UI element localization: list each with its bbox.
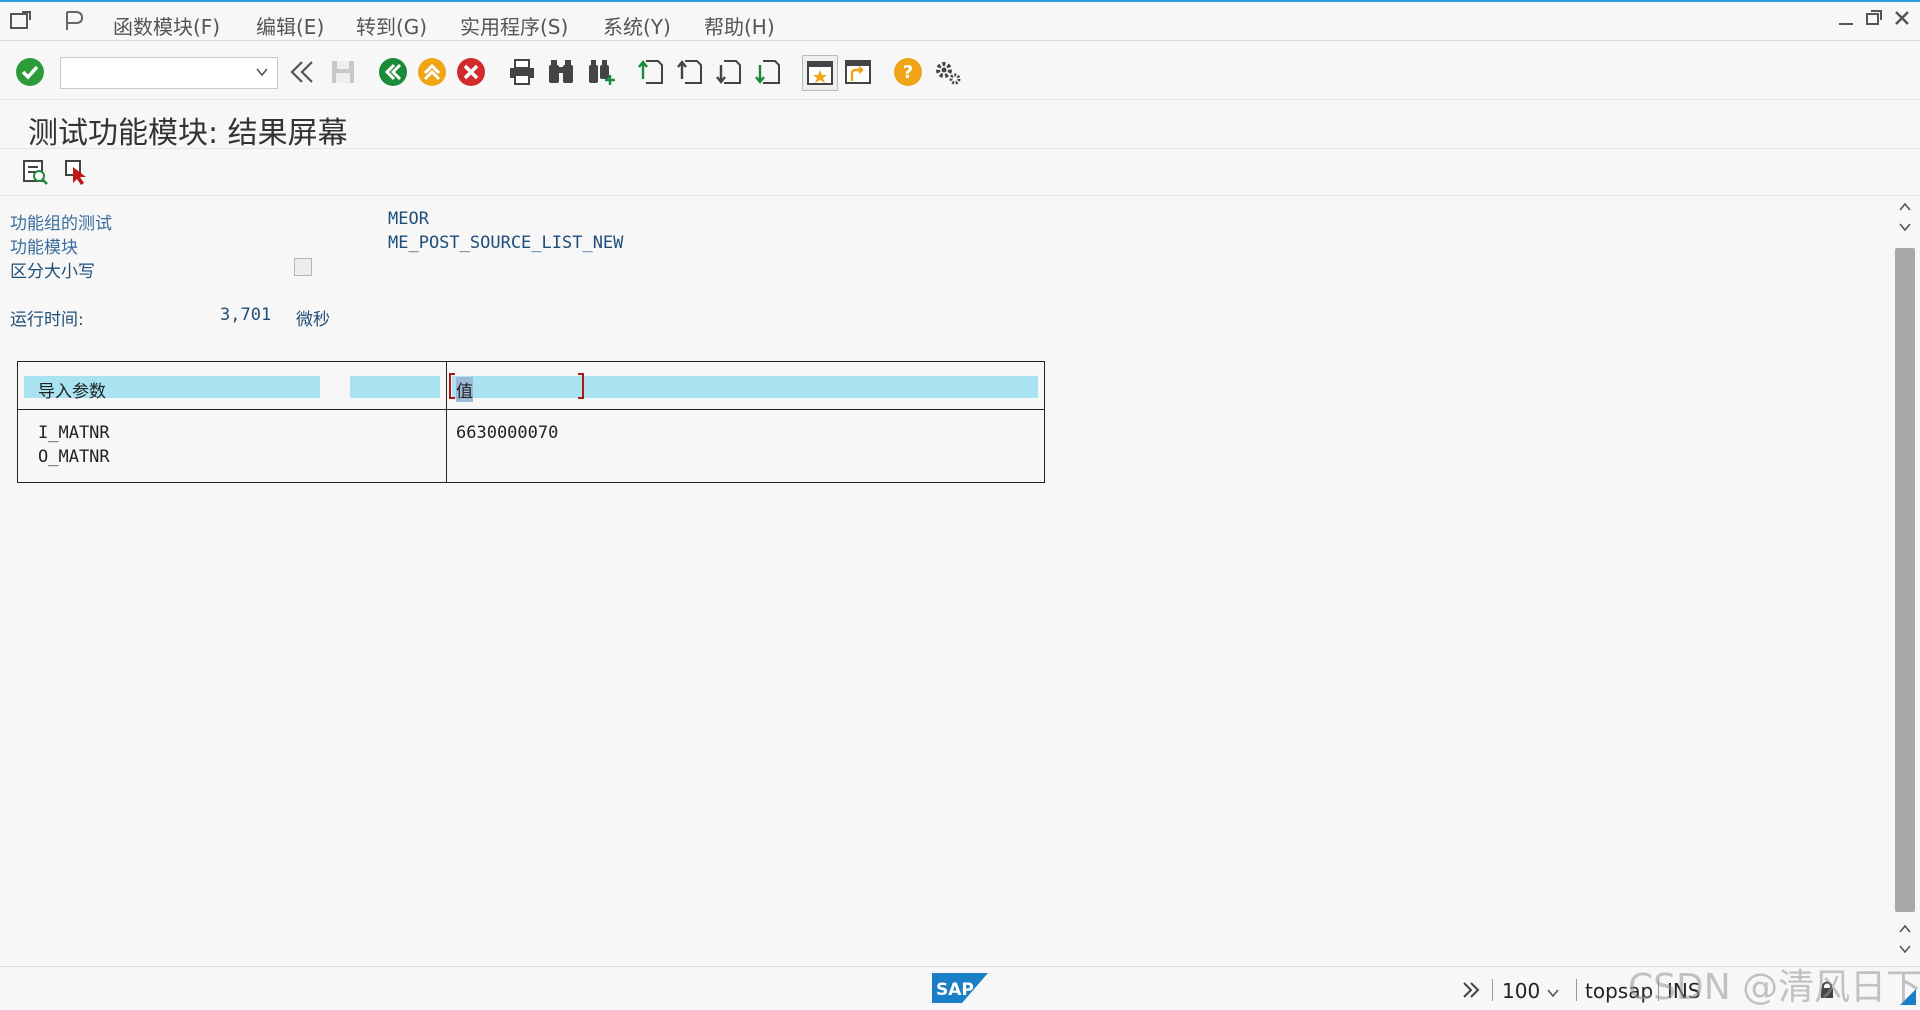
help-icon[interactable]: ? (891, 55, 925, 89)
runtime-label: 运行时间: (10, 310, 84, 330)
select-field-cursor-icon[interactable] (60, 155, 94, 189)
zoom-level[interactable]: 100 (1502, 979, 1540, 1003)
case-sensitive-label: 区分大小写 (10, 262, 95, 282)
system-menu-icon[interactable] (8, 8, 34, 34)
column-divider (446, 362, 447, 482)
case-sensitive-checkbox[interactable] (294, 258, 312, 276)
restore-icon[interactable] (1864, 8, 1884, 34)
minimize-icon[interactable] (1836, 8, 1856, 34)
table-row-param[interactable]: O_MATNR (38, 447, 110, 467)
menu-help[interactable]: 帮助(H) (704, 11, 775, 40)
header-highlight-value (452, 376, 1038, 398)
last-page-icon[interactable] (751, 55, 785, 89)
scroll-thumb[interactable] (1895, 248, 1915, 912)
header-value[interactable]: 值 (456, 377, 473, 402)
menu-goto[interactable]: 转到(G) (356, 11, 427, 40)
cancel-icon[interactable] (454, 55, 488, 89)
expand-status-icon[interactable] (1460, 979, 1482, 1006)
runtime-unit: 微秒 (296, 310, 330, 330)
previous-page-icon[interactable] (673, 55, 707, 89)
menu-function-module[interactable]: 函数模块(F) (113, 11, 220, 40)
status-separator (1576, 979, 1577, 1001)
table-row-param[interactable]: I_MATNR (38, 423, 110, 443)
display-details-icon[interactable] (18, 155, 52, 189)
find-binoculars-icon[interactable] (544, 55, 578, 89)
create-session-icon[interactable] (802, 55, 838, 91)
svg-text:?: ? (903, 62, 913, 83)
vertical-scrollbar[interactable] (1892, 196, 1920, 966)
find-next-icon[interactable] (584, 55, 618, 89)
header-highlight-spacer (350, 376, 440, 398)
next-page-icon[interactable] (712, 55, 746, 89)
function-group-value: MEOR (388, 209, 429, 229)
svg-text:SAP: SAP (936, 980, 974, 1000)
sap-logo: SAP (932, 973, 988, 1007)
first-page-icon[interactable] (634, 55, 668, 89)
scroll-up-icon[interactable] (1898, 922, 1912, 940)
chevron-down-icon[interactable] (255, 64, 269, 83)
runtime-value: 3,701 (220, 305, 272, 325)
function-module-label: 功能模块 (10, 238, 78, 258)
scroll-down-icon[interactable] (1898, 220, 1912, 238)
table-header-row: 导入参数 值 (18, 362, 1044, 410)
print-icon[interactable] (505, 55, 539, 89)
function-module-value: ME_POST_SOURCE_LIST_NEW (388, 233, 624, 253)
function-group-label: 功能组的测试 (10, 214, 112, 234)
back-icon[interactable] (376, 55, 410, 89)
menu-system[interactable]: 系统(Y) (603, 11, 671, 40)
table-row-value[interactable]: 6630000070 (456, 423, 558, 443)
sap-logo-menu-icon[interactable] (62, 8, 88, 34)
cursor-bracket-right (578, 373, 584, 399)
collapse-double-left-icon[interactable] (285, 55, 319, 89)
exit-icon[interactable] (415, 55, 449, 89)
header-import-params[interactable]: 导入参数 (38, 377, 106, 402)
page-title: 测试功能模块: 结果屏幕 (28, 116, 348, 151)
menu-bar: 函数模块(F) 编辑(E) 转到(G) 实用程序(S) 系统(Y) 帮助(H) (0, 2, 1920, 41)
enter-check-icon[interactable] (13, 55, 47, 89)
title-area: 测试功能模块: 结果屏幕 (0, 100, 1920, 151)
standard-toolbar: ? (0, 41, 1920, 100)
parameter-table: 导入参数 值 I_MATNR 6630000070 O_MATNR (17, 361, 1045, 483)
status-separator (1492, 979, 1493, 1001)
application-toolbar (0, 149, 1920, 196)
menu-utilities[interactable]: 实用程序(S) (460, 11, 568, 40)
result-screen-content: 功能组的测试 MEOR 功能模块 ME_POST_SOURCE_LIST_NEW… (0, 196, 1892, 966)
scroll-up-icon[interactable] (1898, 200, 1912, 218)
watermark: CSDN @清风日下 (1628, 967, 1920, 1008)
menu-edit[interactable]: 编辑(E) (256, 11, 324, 40)
cursor-bracket-left (449, 373, 455, 399)
customize-layout-gear-icon[interactable] (931, 55, 965, 89)
chevron-down-icon[interactable] (1546, 981, 1560, 1005)
command-field[interactable] (60, 57, 278, 89)
close-window-icon[interactable] (1892, 8, 1912, 34)
save-icon[interactable] (326, 55, 360, 89)
generate-shortcut-icon[interactable] (841, 55, 875, 89)
